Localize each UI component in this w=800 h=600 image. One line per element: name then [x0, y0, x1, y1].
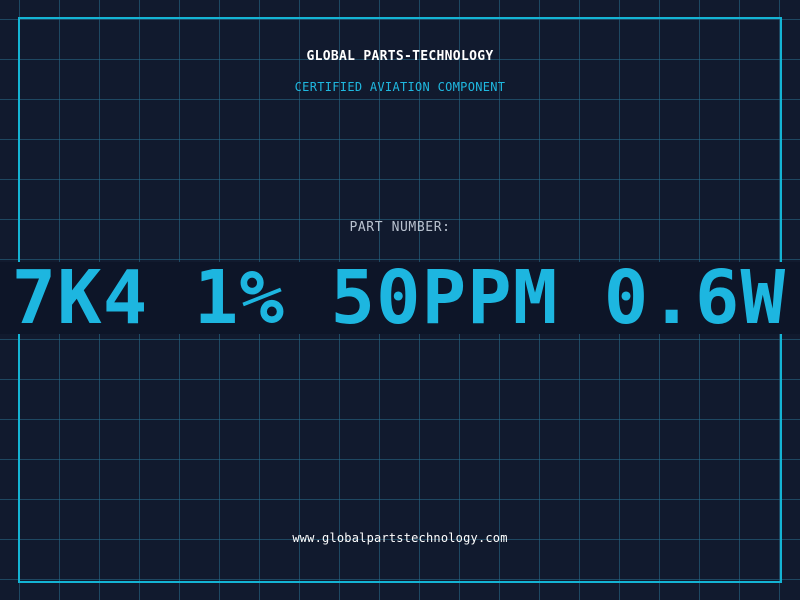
- certification-subtitle: CERTIFIED AVIATION COMPONENT: [294, 80, 506, 94]
- part-number-value: 4.7K4 1% 50PPM 0.6W: [0, 262, 786, 334]
- website-url: www.globalpartstechnology.com: [292, 531, 508, 545]
- company-name: GLOBAL PARTS-TECHNOLOGY: [306, 49, 494, 64]
- part-number-label: PART NUMBER:: [349, 220, 451, 235]
- part-number-band: 4.7K4 1% 50PPM 0.6W: [0, 262, 800, 334]
